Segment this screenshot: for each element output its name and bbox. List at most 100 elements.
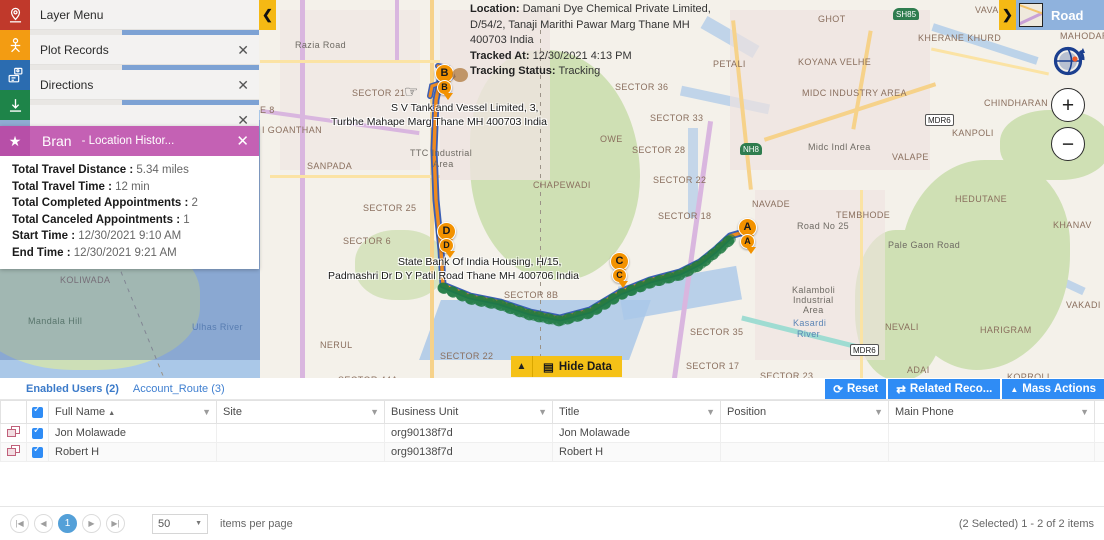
route-plot-icon[interactable] [0, 60, 30, 90]
hide-data-collapse-arrow-icon[interactable]: ▲ [511, 356, 533, 377]
next-page-button[interactable]: ▶ [82, 514, 101, 533]
map-place-label: I GOANTHAN [262, 125, 323, 135]
close-icon[interactable]: ✕ [236, 132, 259, 150]
filter-icon[interactable]: ▼ [874, 407, 883, 417]
map-thumbnail-icon [1019, 3, 1043, 27]
map-place-label: SECTOR 36 [615, 82, 669, 92]
header-position[interactable]: Position ▼ [720, 400, 889, 424]
collapse-left-panel-button[interactable]: ❮ [259, 0, 276, 30]
people-icon[interactable] [0, 30, 30, 60]
map-place-label: NEVALI [885, 322, 919, 332]
layer-panel-row-layer-menu[interactable]: Layer Menu [30, 0, 259, 30]
layer-panel-row-plot-records[interactable]: Plot Records ✕ [30, 35, 259, 65]
location-history-row-label: Total Canceled Appointments : [12, 213, 181, 226]
close-icon[interactable]: ✕ [235, 43, 251, 57]
star-icon[interactable]: ★ [0, 126, 30, 156]
row-open-record-icon[interactable] [0, 442, 27, 462]
header-full-name[interactable]: Full Name ▲ ▼ [48, 400, 217, 424]
location-history-row-value: 1 [180, 213, 190, 226]
cell-position [720, 442, 889, 462]
header-site[interactable]: Site ▼ [216, 400, 385, 424]
cell-full-name: Robert H [48, 442, 217, 462]
header-title[interactable]: Title ▼ [552, 400, 721, 424]
filter-icon[interactable]: ▼ [538, 407, 547, 417]
location-line: Location: Damani Dye Chemical Private Li… [470, 2, 720, 49]
location-history-name: Bran [42, 133, 72, 149]
row-select-checkbox-cell[interactable] [26, 423, 49, 443]
tab-account-route[interactable]: Account_Route (3) [133, 383, 225, 395]
row-checkbox[interactable] [32, 425, 43, 439]
filter-icon[interactable]: ▼ [370, 407, 379, 417]
prev-page-button[interactable]: ◀ [34, 514, 53, 533]
cell-main-phone [888, 423, 1095, 443]
tab-enabled-users[interactable]: Enabled Users (2) [26, 383, 119, 395]
tool-rail[interactable] [0, 0, 30, 120]
caret-up-icon: ▲ [1010, 384, 1019, 394]
map-area[interactable]: SH85 NH8 MDR6 MDR6 B B D D C C A A ☞ S V… [0, 0, 1104, 378]
page-1-button[interactable]: 1 [58, 514, 77, 533]
related-records-button[interactable]: ⇄ Related Reco... [888, 379, 1001, 399]
table-body[interactable]: Jon Molawadeorg90138f7dJon MolawadeRober… [0, 423, 1104, 462]
map-place-label: MIDC INDUSTRY AREA [802, 88, 907, 98]
records-grid-area[interactable]: Enabled Users (2) Account_Route (3) ⟳ Re… [0, 378, 1104, 540]
header-scroll-gutter [1094, 400, 1104, 424]
header-business-unit[interactable]: Business Unit ▼ [384, 400, 553, 424]
close-icon[interactable]: ✕ [235, 78, 251, 92]
cell-site [216, 423, 385, 443]
reset-button[interactable]: ⟳ Reset [825, 379, 887, 399]
cell-full-name: Jon Molawade [48, 423, 217, 443]
location-tracking-app: SH85 NH8 MDR6 MDR6 B B D D C C A A ☞ S V… [0, 0, 1104, 540]
first-page-button[interactable]: |◀ [10, 514, 29, 533]
map-place-label: TTC Industrial [410, 148, 473, 158]
table-header-row: Full Name ▲ ▼ Site ▼ Business Unit ▼ Tit… [0, 400, 1104, 424]
locate-globe-icon[interactable] [1050, 42, 1086, 76]
layer-panel-row-directions[interactable]: Directions ✕ [30, 70, 259, 100]
table-row[interactable]: Jon Molawadeorg90138f7dJon Molawade [0, 423, 1104, 443]
map-place-label: Razia Road [295, 40, 347, 50]
zoom-out-button[interactable]: − [1051, 127, 1085, 161]
map-place-label: TEMBHODE [836, 210, 891, 220]
grid-pager[interactable]: |◀ ◀ 1 ▶ ▶| 50 ▼ items per page (2 Selec… [0, 506, 1104, 540]
map-address-label: State Bank Of India Housing, H/15, [398, 256, 562, 268]
record-cards-icon[interactable] [6, 444, 21, 457]
records-table[interactable]: Full Name ▲ ▼ Site ▼ Business Unit ▼ Tit… [0, 400, 1104, 462]
hide-data-button[interactable]: ▤ Hide Data [533, 356, 622, 377]
map-place-label: Kalamboli [792, 285, 836, 295]
mass-actions-button[interactable]: ▲ Mass Actions [1002, 379, 1104, 399]
last-page-button[interactable]: ▶| [106, 514, 125, 533]
basemap-style-selector[interactable]: Road [1016, 0, 1104, 30]
pin-records-icon[interactable] [0, 0, 30, 30]
page-size-select[interactable]: 50 ▼ [152, 513, 208, 534]
zoom-in-button[interactable]: + [1051, 88, 1085, 122]
table-row[interactable]: Robert Horg90138f7dRobert H [0, 442, 1104, 462]
download-icon[interactable] [0, 90, 30, 120]
filter-icon[interactable]: ▼ [202, 407, 211, 417]
basemap-style-label: Road [1051, 7, 1084, 23]
map-marker-a-sub[interactable]: A [740, 234, 762, 262]
header-main-phone[interactable]: Main Phone ▼ [888, 400, 1095, 424]
location-history-card[interactable]: ★ Bran - Location Histor... ✕ Total Trav… [0, 126, 259, 269]
route-shield: MDR6 [925, 114, 954, 126]
hide-data-control[interactable]: ▲ ▤ Hide Data [511, 356, 622, 377]
expand-right-panel-button[interactable]: ❯ [999, 0, 1016, 30]
filter-icon[interactable]: ▼ [1080, 407, 1089, 417]
map-road-major-1 [430, 0, 434, 378]
layer-panel[interactable]: Layer Menu Plot Records ✕ Directions ✕ ✕ [30, 0, 259, 135]
status-label: Tracking Status: [470, 65, 556, 77]
select-all-checkbox[interactable] [32, 404, 43, 418]
sort-asc-icon[interactable]: ▲ [108, 410, 115, 417]
record-cards-icon[interactable] [6, 425, 21, 438]
map-place-label: KHERANE KHURD [918, 33, 1002, 43]
map-address-label: Padmashri Dr D Y Patil Road Thane MH 400… [328, 270, 579, 282]
map-place-label: NERUL [320, 340, 353, 350]
chevron-down-icon[interactable]: ▼ [195, 520, 202, 527]
header-select-all[interactable] [26, 400, 49, 424]
grid-toolbar[interactable]: ⟳ Reset ⇄ Related Reco... ▲ Mass Actions [823, 379, 1104, 399]
row-open-record-icon[interactable] [0, 423, 27, 443]
row-select-checkbox-cell[interactable] [26, 442, 49, 462]
filter-icon[interactable]: ▼ [706, 407, 715, 417]
map-place-label: SECTOR 28 [632, 145, 686, 155]
close-icon[interactable]: ✕ [235, 113, 251, 127]
row-checkbox[interactable] [32, 444, 43, 458]
map-marker-c-sub[interactable]: C [612, 268, 634, 296]
